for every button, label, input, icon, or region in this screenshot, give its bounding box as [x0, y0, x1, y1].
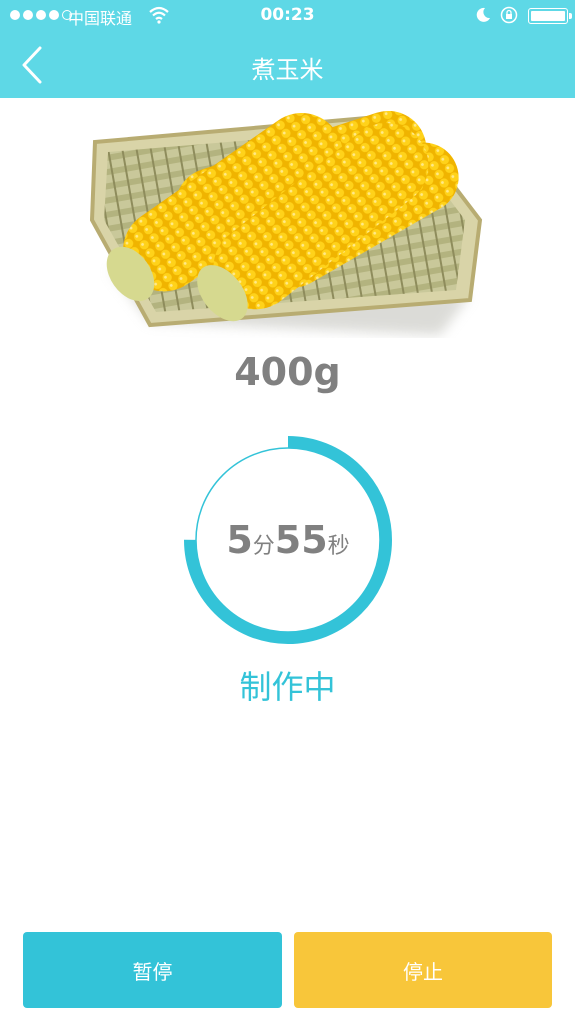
nav-bar: 煮玉米 [0, 32, 575, 98]
timer-readout: 5 分 55 秒 [181, 433, 395, 647]
moon-icon [476, 7, 490, 22]
dish-image [0, 60, 575, 338]
timer-minutes: 5 [226, 518, 253, 562]
battery-icon [528, 8, 572, 24]
header: 中国联通 00:23 煮玉米 [0, 0, 575, 98]
page-title: 煮玉米 [251, 56, 324, 84]
pause-button[interactable]: 暂停 [23, 932, 282, 1008]
timer-seconds: 55 [274, 518, 328, 562]
stop-button[interactable]: 停止 [294, 932, 552, 1008]
cooking-status: 制作中 [239, 668, 336, 706]
rotation-lock-icon [500, 6, 518, 24]
status-bar: 中国联通 00:23 [0, 0, 575, 32]
timer-minutes-unit: 分 [252, 534, 275, 559]
portion-weight: 400g [234, 350, 341, 394]
countdown-timer: 5 分 55 秒 [181, 433, 395, 647]
timer-seconds-unit: 秒 [327, 534, 350, 559]
